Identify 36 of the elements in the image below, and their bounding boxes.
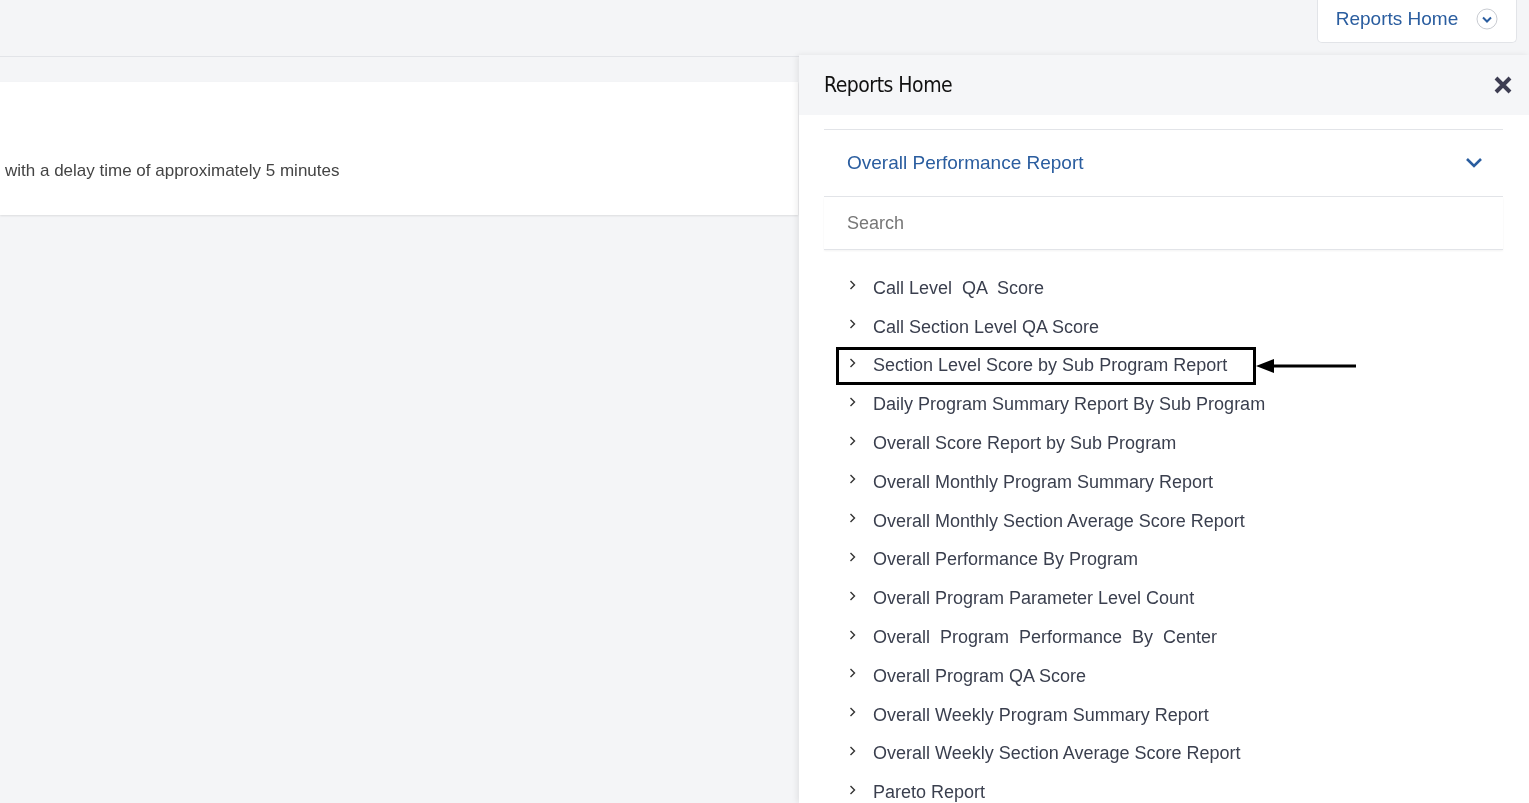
report-list-item[interactable]: Overall Score Report by Sub Program bbox=[824, 424, 1194, 463]
chevron-down-icon bbox=[1465, 157, 1483, 169]
close-icon[interactable] bbox=[1494, 76, 1512, 94]
chevron-right-icon bbox=[849, 707, 856, 718]
chevron-right-icon bbox=[849, 590, 856, 601]
report-dropdown[interactable]: Overall Performance Report bbox=[824, 129, 1503, 197]
chevron-right-icon bbox=[849, 396, 856, 407]
report-list-item[interactable]: Overall Program Parameter Level Count bbox=[824, 579, 1212, 618]
report-list-item[interactable]: Overall Monthly Section Average Score Report bbox=[824, 502, 1262, 541]
report-list-item[interactable]: Overall Monthly Program Summary Report bbox=[824, 463, 1231, 502]
report-list-item[interactable]: Daily Program Summary Report By Sub Program bbox=[824, 385, 1283, 424]
chevron-right-icon bbox=[849, 358, 856, 368]
report-list-item[interactable]: Overall Program QA Score bbox=[824, 657, 1104, 696]
report-list-item[interactable]: Call Level QA Score bbox=[824, 269, 1062, 308]
report-list-item[interactable]: Overall Weekly Section Average Score Report bbox=[824, 734, 1258, 773]
chevron-right-icon bbox=[849, 784, 856, 795]
chevron-right-icon bbox=[849, 513, 856, 524]
chevron-right-icon bbox=[849, 435, 856, 446]
reports-home-button[interactable]: Reports Home bbox=[1317, 0, 1517, 43]
chevron-down-circle-icon bbox=[1476, 8, 1499, 30]
chevron-right-icon bbox=[849, 280, 856, 291]
chevron-right-icon bbox=[849, 745, 856, 756]
chevron-right-icon bbox=[849, 474, 856, 485]
search-field[interactable]: Search bbox=[824, 197, 1503, 250]
chevron-right-icon bbox=[849, 551, 856, 562]
report-list-item[interactable]: Pareto Report bbox=[824, 773, 1003, 803]
report-list-item[interactable]: Overall Program Performance By Center bbox=[824, 618, 1235, 657]
notice-text: with a delay time of approximately 5 minutes bbox=[4, 161, 340, 181]
chevron-right-icon bbox=[849, 668, 856, 679]
report-list-item[interactable]: Overall Performance By Program bbox=[824, 540, 1156, 579]
chevron-right-icon bbox=[849, 629, 856, 640]
report-list-item[interactable]: Overall Weekly Program Summary Report bbox=[824, 696, 1226, 735]
report-list-item[interactable]: Section Level Score by Sub Program Report bbox=[836, 347, 1257, 385]
panel-title: Reports Home bbox=[824, 73, 953, 97]
chevron-right-icon bbox=[849, 319, 856, 330]
report-list-item[interactable]: Call Section Level QA Score bbox=[824, 308, 1117, 347]
